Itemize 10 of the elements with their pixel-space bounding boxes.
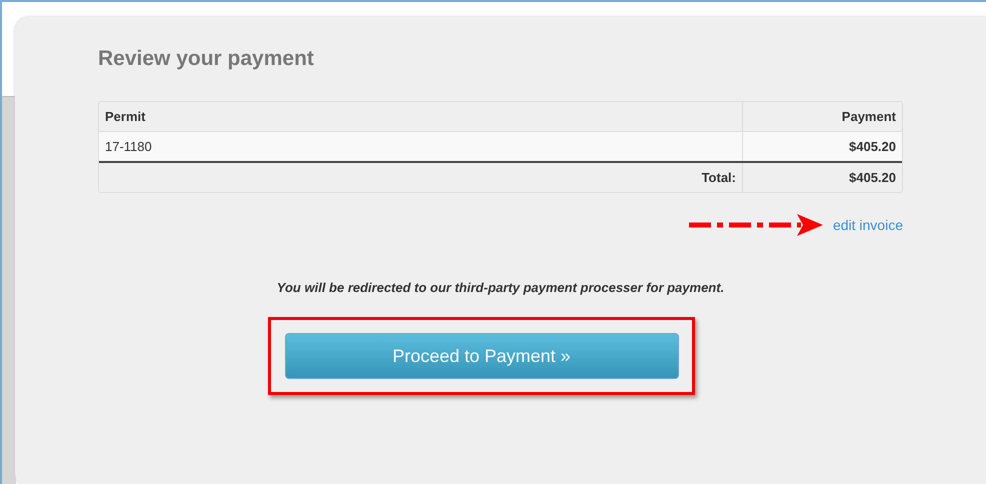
table-cell-text: $405.20 xyxy=(848,138,897,156)
column-header: Permit xyxy=(99,102,743,131)
total-label: Total: xyxy=(99,163,743,192)
column-header: Payment xyxy=(840,108,897,126)
total-value: $405.20 xyxy=(848,169,897,187)
table-cell: 17-1180 xyxy=(99,132,743,161)
page-title: Review your payment xyxy=(98,47,315,71)
redirect-notice: You will be redirected to our third-party payment processer for payment. xyxy=(276,280,726,295)
edit-invoice-link[interactable]: edit invoice xyxy=(832,217,903,233)
proceed-button[interactable]: Proceed to Payment » xyxy=(284,333,678,379)
